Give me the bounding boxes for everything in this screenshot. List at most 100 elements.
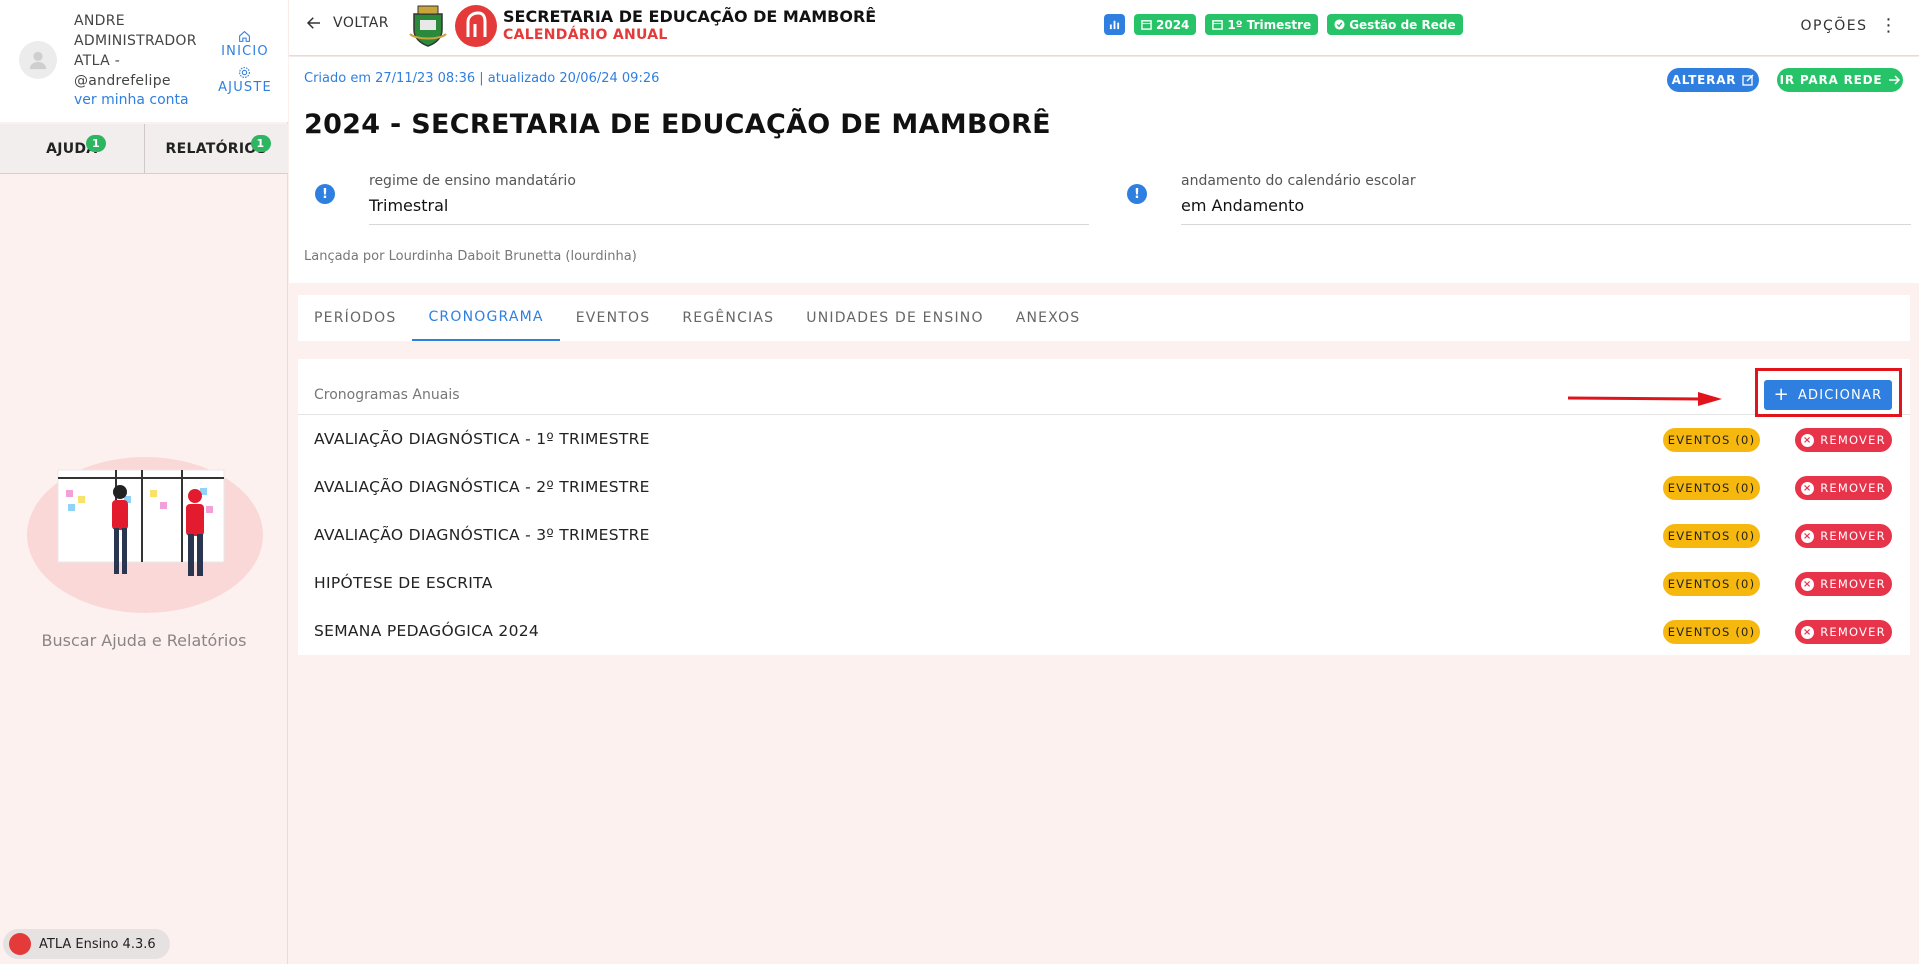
calendar-icon bbox=[1141, 20, 1152, 30]
go-to-network-label: IR PARA REDE bbox=[1779, 73, 1883, 87]
remove-label: REMOVER bbox=[1820, 433, 1886, 447]
options-label: OPÇÕES bbox=[1800, 18, 1868, 34]
period-chip[interactable]: 1º Trimestre bbox=[1205, 14, 1319, 35]
list-item[interactable]: AVALIAÇÃO DIAGNÓSTICA - 3º TRIMESTRE EVE… bbox=[298, 512, 1910, 560]
network-chip[interactable]: Gestão de Rede bbox=[1327, 14, 1463, 35]
add-schedule-button[interactable]: + ADICIONAR bbox=[1764, 380, 1892, 410]
remove-label: REMOVER bbox=[1820, 481, 1886, 495]
year-chip-label: 2024 bbox=[1156, 17, 1190, 32]
atla-brand-logo bbox=[455, 5, 497, 47]
events-button[interactable]: EVENTOS (0) bbox=[1663, 524, 1760, 548]
arrow-right-icon bbox=[1889, 75, 1901, 85]
version-label: ATLA Ensino 4.3.6 bbox=[39, 936, 156, 952]
user-name: ANDRE ADMINISTRADOR ATLA - @andrefelipe bbox=[74, 11, 214, 91]
list-item-title: SEMANA PEDAGÓGICA 2024 bbox=[314, 622, 540, 640]
list-item-title: AVALIAÇÃO DIAGNÓSTICA - 3º TRIMESTRE bbox=[314, 526, 650, 544]
calendar-progress-field: andamento do calendário escolar em Andam… bbox=[1181, 173, 1911, 225]
list-item[interactable]: AVALIAÇÃO DIAGNÓSTICA - 2º TRIMESTRE EVE… bbox=[298, 464, 1910, 512]
edit-button-label: ALTERAR bbox=[1671, 73, 1737, 87]
topbar: VOLTAR SECRETARIA DE EDUCAÇÃO DE MAMBORÊ… bbox=[289, 0, 1919, 56]
list-header: Cronogramas Anuais + ADICIONAR bbox=[298, 359, 1910, 417]
edit-button[interactable]: ALTERAR bbox=[1667, 68, 1759, 92]
gear-icon bbox=[239, 67, 250, 78]
page-title: 2024 - SECRETARIA DE EDUCAÇÃO DE MAMBORÊ bbox=[304, 109, 1051, 140]
events-button[interactable]: EVENTOS (0) bbox=[1663, 428, 1760, 452]
plus-icon: + bbox=[1773, 384, 1790, 405]
tab-schedule[interactable]: CRONOGRAMA bbox=[412, 295, 560, 341]
list-item-title: AVALIAÇÃO DIAGNÓSTICA - 2º TRIMESTRE bbox=[314, 478, 650, 496]
list-item[interactable]: AVALIAÇÃO DIAGNÓSTICA - 1º TRIMESTRE EVE… bbox=[298, 416, 1910, 464]
remove-button[interactable]: × REMOVER bbox=[1795, 620, 1892, 644]
user-block: ANDRE ADMINISTRADOR ATLA - @andrefelipe … bbox=[0, 0, 288, 122]
list-caption: Cronogramas Anuais bbox=[314, 387, 460, 403]
back-label: VOLTAR bbox=[333, 15, 389, 31]
teaching-regime-value: Trimestral bbox=[369, 196, 449, 215]
created-updated-meta: Criado em 27/11/23 08:36 | atualizado 20… bbox=[304, 71, 660, 86]
tab-events[interactable]: EVENTOS bbox=[560, 295, 667, 341]
calendar-progress-label: andamento do calendário escolar bbox=[1181, 173, 1416, 189]
user-name-line: ATLA - bbox=[74, 53, 121, 69]
remove-button[interactable]: × REMOVER bbox=[1795, 428, 1892, 452]
settings-nav-button[interactable]: AJUSTE bbox=[212, 66, 278, 102]
info-icon: ! bbox=[1127, 184, 1147, 204]
calendar-icon bbox=[1212, 20, 1224, 30]
page-header-title: SECRETARIA DE EDUCAÇÃO DE MAMBORÊ bbox=[503, 7, 877, 26]
annotation-arrow bbox=[1567, 392, 1722, 406]
user-name-line: ANDRE bbox=[74, 13, 125, 29]
close-icon: × bbox=[1801, 481, 1815, 495]
bar-chart-icon bbox=[1109, 20, 1120, 30]
back-button[interactable]: VOLTAR bbox=[305, 14, 389, 32]
remove-label: REMOVER bbox=[1820, 577, 1886, 591]
atla-logo-icon bbox=[9, 933, 31, 955]
remove-button[interactable]: × REMOVER bbox=[1795, 476, 1892, 500]
close-icon: × bbox=[1801, 577, 1815, 591]
sidebar: ANDRE ADMINISTRADOR ATLA - @andrefelipe … bbox=[0, 0, 288, 964]
events-button[interactable]: EVENTOS (0) bbox=[1663, 620, 1760, 644]
schedule-list-card: Cronogramas Anuais + ADICIONAR AVALIAÇÃO… bbox=[298, 359, 1910, 655]
user-icon bbox=[29, 51, 47, 70]
list-item-title: HIPÓTESE DE ESCRITA bbox=[314, 574, 493, 592]
more-vertical-icon: ⋮ bbox=[1879, 15, 1899, 36]
home-icon bbox=[239, 30, 250, 42]
close-icon: × bbox=[1801, 625, 1815, 639]
stats-chip[interactable] bbox=[1104, 14, 1125, 35]
calendar-progress-value: em Andamento bbox=[1181, 196, 1305, 215]
settings-nav-label: AJUSTE bbox=[218, 80, 272, 95]
close-icon: × bbox=[1801, 529, 1815, 543]
year-chip[interactable]: 2024 bbox=[1134, 14, 1197, 35]
my-account-link[interactable]: ver minha conta bbox=[74, 92, 189, 108]
context-chips: 2024 1º Trimestre Gestão de Rede bbox=[1104, 14, 1463, 35]
tab-help[interactable]: AJUDA 1 bbox=[0, 124, 145, 173]
edit-icon bbox=[1742, 74, 1754, 86]
avatar[interactable] bbox=[19, 41, 57, 79]
teaching-regime-label: regime de ensino mandatário bbox=[369, 173, 576, 189]
version-pill[interactable]: ATLA Ensino 4.3.6 bbox=[3, 929, 170, 959]
calendar-header-card: Criado em 27/11/23 08:36 | atualizado 20… bbox=[289, 57, 1919, 283]
tab-periods[interactable]: PERÍODOS bbox=[298, 295, 412, 341]
tab-attachments[interactable]: ANEXOS bbox=[1000, 295, 1097, 341]
calendar-tabs: PERÍODOS CRONOGRAMA EVENTOS REGÊNCIAS UN… bbox=[298, 295, 1910, 341]
remove-label: REMOVER bbox=[1820, 529, 1886, 543]
tab-teaching-units[interactable]: UNIDADES DE ENSINO bbox=[790, 295, 999, 341]
close-icon: × bbox=[1801, 433, 1815, 447]
reports-count-badge: 1 bbox=[250, 135, 271, 152]
info-icon: ! bbox=[315, 184, 335, 204]
go-to-network-button[interactable]: IR PARA REDE bbox=[1777, 68, 1903, 92]
list-item-title: AVALIAÇÃO DIAGNÓSTICA - 1º TRIMESTRE bbox=[314, 430, 650, 448]
arrow-left-icon bbox=[306, 17, 320, 29]
remove-button[interactable]: × REMOVER bbox=[1795, 572, 1892, 596]
help-illustration bbox=[27, 457, 263, 613]
list-item[interactable]: SEMANA PEDAGÓGICA 2024 EVENTOS (0) × REMO… bbox=[298, 608, 1910, 656]
user-name-line: ADMINISTRADOR bbox=[74, 33, 197, 49]
options-menu-button[interactable]: OPÇÕES ⋮ bbox=[1800, 15, 1900, 36]
events-button[interactable]: EVENTOS (0) bbox=[1663, 476, 1760, 500]
tab-reports[interactable]: RELATÓRIOS 1 bbox=[145, 124, 289, 173]
home-nav-label: INICIO bbox=[221, 44, 269, 59]
remove-button[interactable]: × REMOVER bbox=[1795, 524, 1892, 548]
home-nav-button[interactable]: INICIO bbox=[212, 30, 278, 66]
tab-regencies[interactable]: REGÊNCIAS bbox=[666, 295, 790, 341]
period-chip-label: 1º Trimestre bbox=[1227, 17, 1312, 32]
add-schedule-label: ADICIONAR bbox=[1797, 387, 1883, 403]
events-button[interactable]: EVENTOS (0) bbox=[1663, 572, 1760, 596]
list-item[interactable]: HIPÓTESE DE ESCRITA EVENTOS (0) × REMOVER bbox=[298, 560, 1910, 608]
